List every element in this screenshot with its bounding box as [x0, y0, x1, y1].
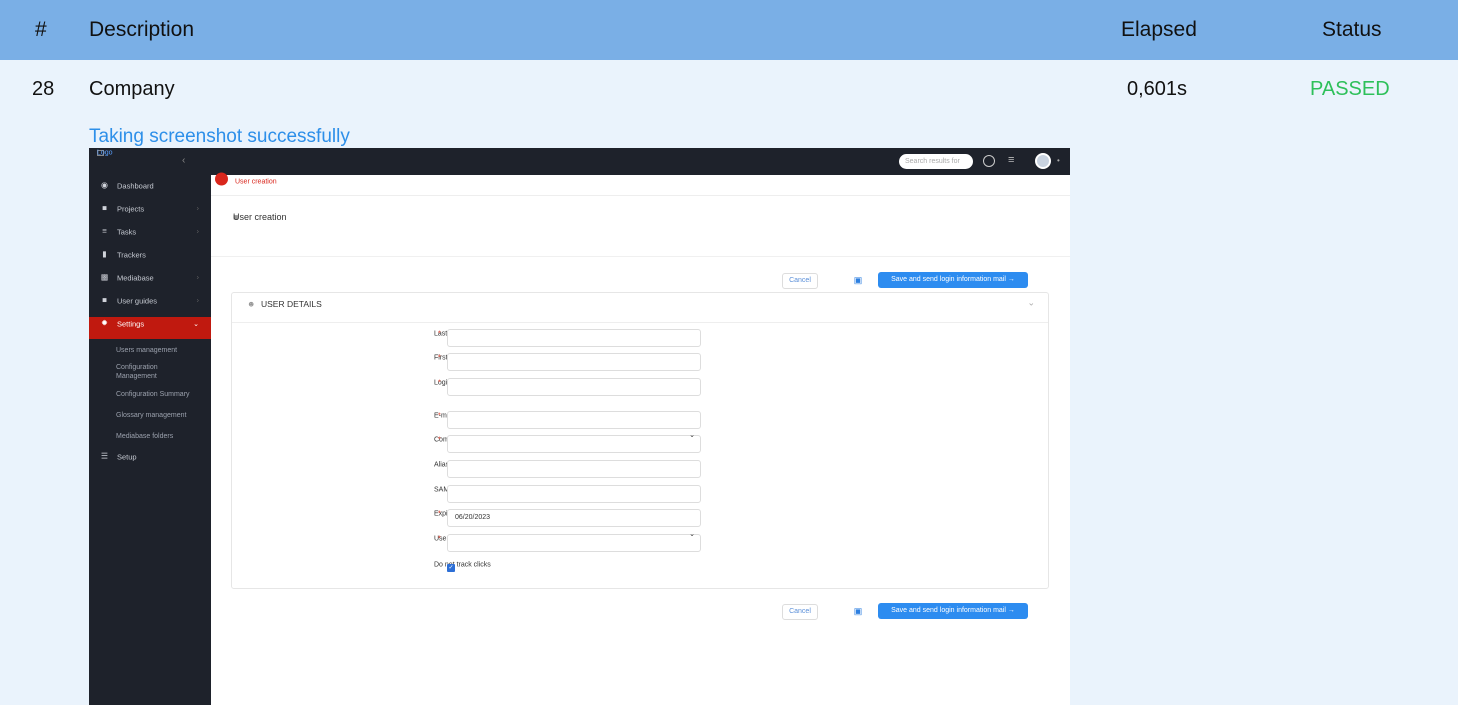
login-input[interactable] — [447, 378, 701, 396]
app-topbar: Logo ‹ Search results for ≡ • — [89, 148, 1070, 175]
menu-icon[interactable]: ≡ — [1008, 154, 1014, 166]
chevron-right-icon: › — [196, 228, 199, 236]
header-elapsed: Elapsed — [1121, 18, 1197, 41]
page-title-text: User creation — [233, 212, 287, 222]
sidebar-subitem-glossary-management[interactable]: Glossary management — [116, 411, 186, 420]
field-first-name: First name* — [232, 353, 1048, 371]
list-icon: ≡ — [102, 226, 107, 236]
image-icon: ▩ — [100, 272, 109, 282]
search-input[interactable]: Search results for — [899, 154, 973, 169]
avatar[interactable] — [1035, 153, 1051, 169]
chevron-down-icon[interactable]: ⌄ — [1027, 298, 1035, 309]
sidebar-item-label: Mediabase — [117, 273, 154, 283]
sidebar-subitem-configuration-management[interactable]: Configuration Management — [116, 363, 196, 381]
field-company: Company* ⌄ — [232, 432, 1048, 453]
sidebar-item-label: Dashboard — [117, 181, 154, 191]
field-login: Login * — [232, 378, 1048, 396]
chevron-right-icon: › — [196, 297, 199, 305]
save-and-send-button-bottom[interactable]: Save and send login information mail → — [878, 603, 1028, 619]
chevron-down-icon: ⌄ — [193, 321, 199, 328]
chevron-down-icon: ⌄ — [689, 432, 695, 439]
report-row: 28 Company 0,601s PASSED Taking screensh… — [0, 60, 1458, 705]
field-user-role: User role* ⌄ — [232, 531, 1048, 552]
sidebar-item-label: Trackers — [117, 250, 146, 260]
sidebar-subitem-configuration-summary[interactable]: Configuration Summary — [116, 390, 190, 399]
row-num: 28 — [32, 78, 55, 100]
sidebar-item-setup[interactable]: ☰ Setup — [89, 450, 211, 472]
database-icon: ☰ — [100, 451, 109, 461]
last-name-input[interactable] — [447, 329, 701, 347]
sidebar-item-user-guides[interactable]: ■ User guides › — [89, 294, 211, 316]
panel-title: USER DETAILS — [261, 299, 322, 309]
breadcrumb-item[interactable]: User creation — [235, 179, 277, 186]
user-plus-icon: ☻ — [247, 299, 256, 309]
main-content: User creation ■ User creation Cancel ▣ Sa… — [211, 172, 1070, 705]
folder-icon: ■ — [102, 295, 107, 305]
more-icon[interactable]: • — [1057, 156, 1060, 165]
header-num: # — [35, 18, 47, 41]
sidebar-item-mediabase[interactable]: ▩ Mediabase › — [89, 271, 211, 293]
sidebar-subitem-mediabase-folders[interactable]: Mediabase folders — [116, 432, 173, 441]
sidebar: ◉ Dashboard ■ Projects › ≡ Tasks › ▮ Tra… — [89, 175, 211, 705]
header-status: Status — [1322, 18, 1382, 41]
save-icon-bottom[interactable]: ▣ — [850, 603, 866, 619]
sidebar-item-settings[interactable]: ✹ Settings ⌄ — [89, 317, 211, 339]
saml-user-id-input[interactable] — [447, 485, 701, 503]
do-not-track-checkbox[interactable]: ✓ — [447, 564, 455, 572]
chevron-right-icon: › — [196, 205, 199, 213]
sidebar-item-projects[interactable]: ■ Projects › — [89, 202, 211, 224]
gear-icon: ✹ — [101, 318, 108, 328]
test-report: # Description Elapsed Status 28 Company … — [0, 0, 1458, 705]
logo-alt-text: Logo — [97, 149, 113, 157]
header-description: Description — [89, 18, 195, 41]
expiration-date-input[interactable]: 06/20/2023 — [447, 509, 701, 527]
panel-header[interactable]: ☻ USER DETAILS ⌄ — [232, 293, 1048, 323]
field-do-not-track-clicks: Do not track clicks ✓ — [434, 561, 491, 572]
cancel-button[interactable]: Cancel — [782, 273, 818, 289]
screenshot-caption[interactable]: Taking screenshot successfully — [89, 126, 350, 148]
report-header: # Description Elapsed Status — [0, 0, 1458, 60]
row-elapsed: 0,601s — [1127, 78, 1188, 100]
alias-input[interactable] — [447, 460, 701, 478]
breadcrumb: User creation — [211, 172, 1070, 196]
field-alias: Alias — [232, 460, 1048, 478]
row-description: Company — [89, 78, 175, 100]
sidebar-item-tasks[interactable]: ≡ Tasks › — [89, 225, 211, 247]
sidebar-subitem-users-management[interactable]: Users management — [116, 346, 177, 355]
sidebar-item-label: Tasks — [117, 227, 137, 237]
folder-open-icon: ■ — [102, 203, 107, 213]
search-icon[interactable] — [983, 155, 995, 167]
first-name-input[interactable] — [447, 353, 701, 371]
cancel-button-bottom[interactable]: Cancel — [782, 604, 818, 620]
row-status: PASSED — [1310, 78, 1390, 100]
app-screenshot: Logo ‹ Search results for ≡ • ◉ Dashboar… — [89, 148, 1070, 705]
field-last-name: Last name* — [232, 329, 1048, 347]
collapse-sidebar-icon[interactable]: ‹ — [182, 155, 185, 166]
sidebar-item-label: Projects — [117, 204, 145, 214]
sidebar-item-label: Settings — [117, 319, 145, 329]
clipboard-icon: ▮ — [102, 249, 107, 259]
chevron-down-icon: ⌄ — [689, 531, 695, 538]
sidebar-item-dashboard[interactable]: ◉ Dashboard — [89, 179, 211, 201]
email-input[interactable] — [447, 411, 701, 429]
field-email: E-mail * — [232, 411, 1048, 429]
user-details-panel: ☻ USER DETAILS ⌄ Last name* First name* … — [231, 292, 1049, 589]
chevron-right-icon: › — [196, 274, 199, 282]
sidebar-item-label: User guides — [117, 296, 158, 306]
sidebar-item-trackers[interactable]: ▮ Trackers — [89, 248, 211, 270]
folder-badge-icon — [215, 172, 228, 186]
field-expiration-date: Expiration date* 06/20/2023 — [232, 509, 1048, 527]
company-select[interactable]: ⌄ — [447, 432, 701, 453]
field-saml-user-id: SAML user id — [232, 485, 1048, 503]
save-and-send-button[interactable]: Save and send login information mail → — [878, 272, 1028, 288]
palette-icon: ◉ — [101, 180, 108, 190]
sidebar-item-label: Setup — [117, 452, 137, 462]
divider — [211, 256, 1070, 257]
save-icon[interactable]: ▣ — [850, 272, 866, 288]
user-role-select[interactable]: ⌄ — [447, 531, 701, 552]
